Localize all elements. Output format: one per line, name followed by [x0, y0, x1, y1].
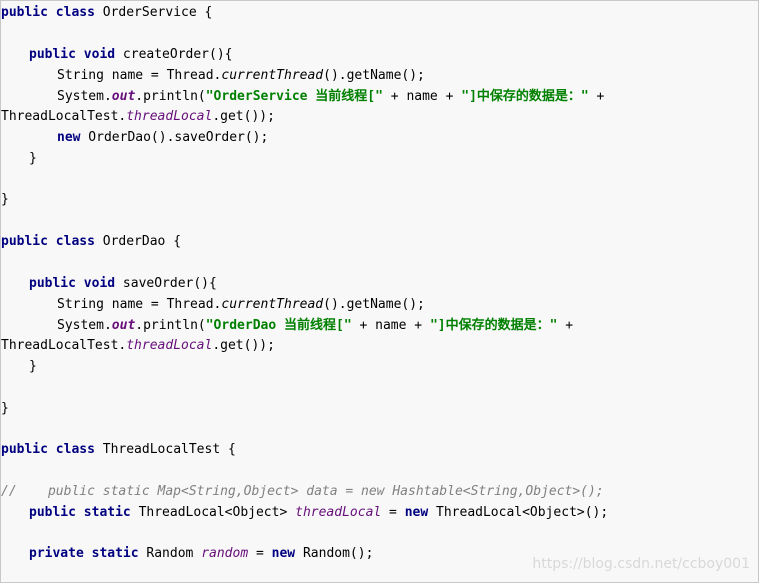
code-text: OrderDao().saveOrder(); [80, 130, 269, 145]
code-text: .println( [135, 89, 206, 104]
code-text: ().getName(); [323, 297, 425, 312]
code-text: Random(); [295, 546, 374, 561]
code-line: new OrderDao().saveOrder(); [57, 128, 268, 148]
code-keyword: new [57, 130, 81, 145]
code-string: "OrderService 当前线程[" [205, 89, 383, 104]
code-text: ().getName(); [323, 68, 425, 83]
code-text: ThreadLocalTest. [1, 338, 127, 353]
code-text: saveOrder(){ [115, 276, 217, 291]
code-keyword: new [271, 546, 296, 561]
code-text: .println( [135, 318, 206, 333]
code-text: createOrder(){ [115, 47, 233, 62]
code-text: System. [57, 318, 112, 333]
code-line: String name = Thread.currentThread().get… [57, 66, 425, 86]
code-keyword: new [404, 505, 429, 520]
code-keyword: public class [1, 442, 95, 457]
code-line: System.out.println("OrderDao 当前线程[" + na… [57, 316, 573, 336]
code-text: System. [57, 89, 112, 104]
code-text: OrderDao { [94, 234, 182, 249]
code-line: // public static Map<String,Object> data… [1, 482, 604, 502]
code-line: public void saveOrder(){ [29, 274, 217, 294]
code-text: = [381, 505, 405, 520]
code-panel: public class OrderService { public void … [0, 0, 759, 583]
code-line: public static ThreadLocal<Object> thread… [29, 503, 608, 523]
code-text: = [248, 546, 272, 561]
code-text: Random [138, 546, 202, 561]
code-text: String name = Thread. [57, 68, 222, 83]
code-text: .get()); [212, 109, 275, 124]
code-line: public class ThreadLocalTest { [1, 440, 236, 460]
code-comment: // public static Map<String,Object> data… [1, 484, 604, 499]
code-text: ThreadLocalTest { [94, 442, 236, 457]
code-line: } [29, 149, 37, 169]
code-field: threadLocal [126, 109, 213, 124]
code-line: private static Random random = new Rando… [29, 544, 373, 564]
code-field: out [111, 318, 136, 333]
code-line: ThreadLocalTest.threadLocal.get()); [1, 107, 275, 127]
watermark: https://blog.csdn.net/ccboy001 [532, 556, 750, 572]
code-field: out [111, 89, 136, 104]
code-line: } [29, 357, 37, 377]
code-method: currentThread [221, 68, 324, 83]
code-keyword: public void [29, 47, 116, 62]
code-line: public void createOrder(){ [29, 45, 233, 65]
code-line: String name = Thread.currentThread().get… [57, 295, 425, 315]
code-line: public class OrderService { [1, 3, 212, 23]
code-text: + name + [351, 318, 430, 333]
code-text: OrderService { [94, 5, 213, 20]
code-string: "OrderDao 当前线程[" [205, 318, 352, 333]
code-text: ThreadLocalTest. [1, 109, 127, 124]
code-line: } [1, 399, 9, 419]
code-keyword: private static [29, 546, 139, 561]
code-text: } [29, 359, 37, 374]
code-text: ThreadLocal<Object>(); [428, 505, 609, 520]
code-line: System.out.println("OrderService 当前线程[" … [57, 87, 604, 107]
code-text: + [557, 318, 574, 333]
code-text: } [1, 192, 9, 207]
code-text: ThreadLocal<Object> [130, 505, 296, 520]
code-text: String name = Thread. [57, 297, 222, 312]
code-text: } [1, 401, 9, 416]
code-text: .get()); [212, 338, 275, 353]
code-string: "]中保存的数据是：" [461, 89, 589, 104]
code-field: random [201, 546, 249, 561]
code-text: } [29, 151, 37, 166]
code-keyword: public void [29, 276, 116, 291]
code-keyword: public class [1, 5, 95, 20]
code-line: public class OrderDao { [1, 232, 181, 252]
code-text: + name + [382, 89, 462, 104]
code-keyword: public static [29, 505, 131, 520]
code-field: threadLocal [126, 338, 213, 353]
code-method: currentThread [221, 297, 324, 312]
code-string: "]中保存的数据是：" [429, 318, 558, 333]
code-field: threadLocal [295, 505, 382, 520]
code-keyword: public class [1, 234, 95, 249]
code-line: ThreadLocalTest.threadLocal.get()); [1, 336, 275, 356]
code-text: + [588, 89, 605, 104]
code-line: } [1, 190, 9, 210]
